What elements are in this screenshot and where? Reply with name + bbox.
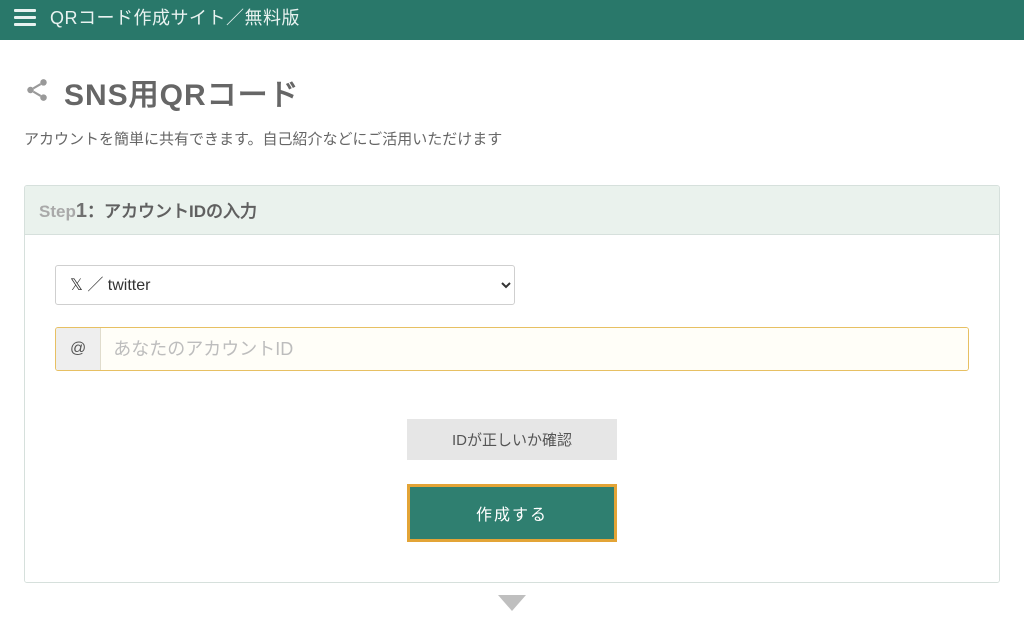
top-bar: QRコード作成サイト／無料版 (0, 0, 1024, 40)
panel-body: 𝕏 ／ twitter @ IDが正しいか確認 作成する (25, 235, 999, 582)
actions: IDが正しいか確認 作成する (55, 419, 969, 542)
site-title: QRコード作成サイト／無料版 (50, 4, 300, 30)
share-icon (24, 77, 50, 108)
sns-select-wrap: 𝕏 ／ twitter (55, 265, 969, 305)
create-button[interactable]: 作成する (407, 484, 617, 542)
menu-icon[interactable] (14, 8, 36, 26)
sns-select[interactable]: 𝕏 ／ twitter (55, 265, 515, 305)
page-title: SNS用QRコード (64, 70, 300, 114)
page-subtitle: アカウントを簡単に共有できます。自己紹介などにご活用いただけます (24, 128, 1000, 149)
account-input-group: @ (55, 327, 969, 371)
page-content: SNS用QRコード アカウントを簡単に共有できます。自己紹介などにご活用いただけ… (0, 40, 1024, 618)
step-number: 1 (76, 200, 87, 222)
step-title: アカウントIDの入力 (104, 202, 257, 221)
step-label: Step (39, 202, 76, 221)
page-heading: SNS用QRコード (24, 70, 1000, 114)
caret-down-icon (24, 595, 1000, 618)
step-panel: Step1：アカウントIDの入力 𝕏 ／ twitter @ IDが正しいか確認… (24, 185, 1000, 583)
account-id-input[interactable] (101, 328, 968, 370)
check-id-button[interactable]: IDが正しいか確認 (407, 419, 617, 460)
panel-header: Step1：アカウントIDの入力 (25, 186, 999, 235)
at-prefix: @ (56, 328, 101, 370)
step-separator: ： (87, 202, 104, 221)
